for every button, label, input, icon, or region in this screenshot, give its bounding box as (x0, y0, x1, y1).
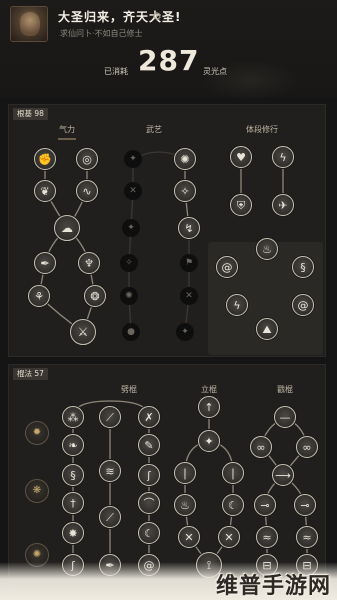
skill-node-wave-icon[interactable]: ∿ (76, 180, 98, 202)
skill-node-arc-icon[interactable]: ⌒ (138, 492, 160, 514)
skill-node-wave-icon[interactable]: ≈ (296, 526, 318, 548)
skill-node-claw-icon[interactable]: ⚘ (28, 285, 50, 307)
skill-node-bird-icon[interactable]: ✈ (272, 194, 294, 216)
skill-node-leaf-icon[interactable]: ❧ (62, 434, 84, 456)
skill-node-shield-icon[interactable]: ⛨ (230, 194, 252, 216)
skill-node-spear-icon[interactable]: ⊸ (294, 494, 316, 516)
skill-node-locked-icon[interactable]: ✧ (120, 254, 138, 272)
skill-node-chain-icon[interactable]: ∞ (250, 436, 272, 458)
skill-node-fist-icon[interactable]: ✊ (34, 148, 56, 170)
skill-node-wave-icon[interactable]: ≈ (256, 526, 278, 548)
skill-node-rain-icon[interactable]: ⁂ (62, 406, 84, 428)
skill-node-heart-icon[interactable]: ♥ (230, 146, 252, 168)
skill-node-flame-icon[interactable]: ✎ (138, 434, 160, 456)
skill-node-spiral-icon[interactable]: § (62, 464, 84, 486)
skill-node-slash-icon[interactable]: ⟋ (99, 506, 121, 528)
skill-node-cross-icon[interactable]: ✕ (218, 526, 240, 548)
skill-node-locked-icon[interactable]: ● (122, 323, 140, 341)
skill-node-bolt-icon[interactable]: ϟ (226, 294, 248, 316)
skill-node-moon-icon[interactable]: ☾ (138, 522, 160, 544)
technique-ring-icon[interactable]: ❋ (25, 479, 49, 503)
skill-node-feather-icon[interactable]: ✒ (34, 252, 56, 274)
points-value: 287 (138, 44, 200, 77)
page-subtitle: 求仙问卜·不如自己修士 (60, 29, 143, 38)
skill-node-spiral-icon[interactable]: § (292, 256, 314, 278)
avatar[interactable] (10, 6, 48, 42)
skill-node-locked-icon[interactable]: ✦ (122, 219, 140, 237)
technique-ring-icon[interactable]: ✹ (25, 421, 49, 445)
skill-node-cross-icon[interactable]: ✕ (178, 526, 200, 548)
skill-node-mountain-icon[interactable]: ⛰ (256, 318, 278, 340)
skill-node-swirl2-icon[interactable]: @ (292, 294, 314, 316)
page-title: 大圣归来，齐天大圣! (58, 10, 182, 24)
skill-node-spin-icon[interactable]: @ (216, 256, 238, 278)
watermark-text: 维普手游网 (215, 574, 331, 599)
skill-node-pattern-icon[interactable]: ✺ (174, 148, 196, 170)
skill-node-locked-icon[interactable]: ✕ (124, 182, 142, 200)
skill-node-swirl-icon[interactable]: ◎ (76, 148, 98, 170)
skill-node-staff-icon[interactable]: ⚔ (70, 319, 96, 345)
skill-node-pillar-icon[interactable]: ↑ (198, 396, 220, 418)
skill-node-leaf-icon[interactable]: ❦ (34, 180, 56, 202)
skill-node-lightning-icon[interactable]: ϟ (272, 146, 294, 168)
skill-node-needle-icon[interactable]: ❘ (174, 462, 196, 484)
skill-node-spear-icon[interactable]: ⊸ (254, 494, 276, 516)
skill-node-flame-icon[interactable]: ♨ (174, 494, 196, 516)
foundation-panel: 根基 98 气力 武艺 体段修行 ✊ ◎ ❦ ∿ ☁ ✒ ♆ ⚘ ❂ ⚔ ✦ ✺… (8, 104, 326, 357)
skill-node-gourd-icon[interactable]: ♆ (78, 252, 100, 274)
skill-node-chain-icon[interactable]: ∞ (296, 436, 318, 458)
skill-node-hook-icon[interactable]: ʃ (138, 464, 160, 486)
profile-header: 大圣归来，齐天大圣! 求仙问卜·不如自己修士 ⚙ 已消耗 287 灵光点 (0, 0, 337, 100)
skill-node-locked-icon[interactable]: ✕ (180, 287, 198, 305)
skill-node-pin-icon[interactable]: ✦ (198, 430, 220, 452)
skill-node-thrust-icon[interactable]: ↯ (178, 217, 200, 239)
skill-node-staff-icon[interactable]: ⟋ (99, 406, 121, 428)
skill-node-strike-icon[interactable]: ✧ (174, 180, 196, 202)
skill-node-locked-icon[interactable]: ✦ (176, 323, 194, 341)
skill-node-dash-icon[interactable]: — (274, 406, 296, 428)
skill-node-locked-icon[interactable]: ⚑ (180, 254, 198, 272)
skill-node-burst-icon[interactable]: ✸ (62, 522, 84, 544)
skill-node-wind-icon[interactable]: ≋ (99, 460, 121, 482)
skill-node-cloud-icon[interactable]: ☁ (54, 215, 80, 241)
skill-node-locked-icon[interactable]: ✺ (120, 287, 138, 305)
skill-node-monkey-icon[interactable]: ❂ (84, 285, 106, 307)
skill-node-thrust-icon[interactable]: ⟶ (272, 464, 294, 486)
skill-node-fire-icon[interactable]: ♨ (256, 238, 278, 260)
skill-node-cross-icon[interactable]: ✗ (138, 406, 160, 428)
skill-node-sword-icon[interactable]: † (62, 492, 84, 514)
skill-node-locked-icon[interactable]: ✦ (124, 150, 142, 168)
skill-node-needle-icon[interactable]: ❘ (222, 462, 244, 484)
gear-icon[interactable]: ⚙ (152, 10, 162, 23)
points-used-label: 已消耗 (104, 67, 128, 76)
points-unit-label: 灵光点 (203, 67, 227, 76)
skill-node-moon-icon[interactable]: ☾ (222, 494, 244, 516)
